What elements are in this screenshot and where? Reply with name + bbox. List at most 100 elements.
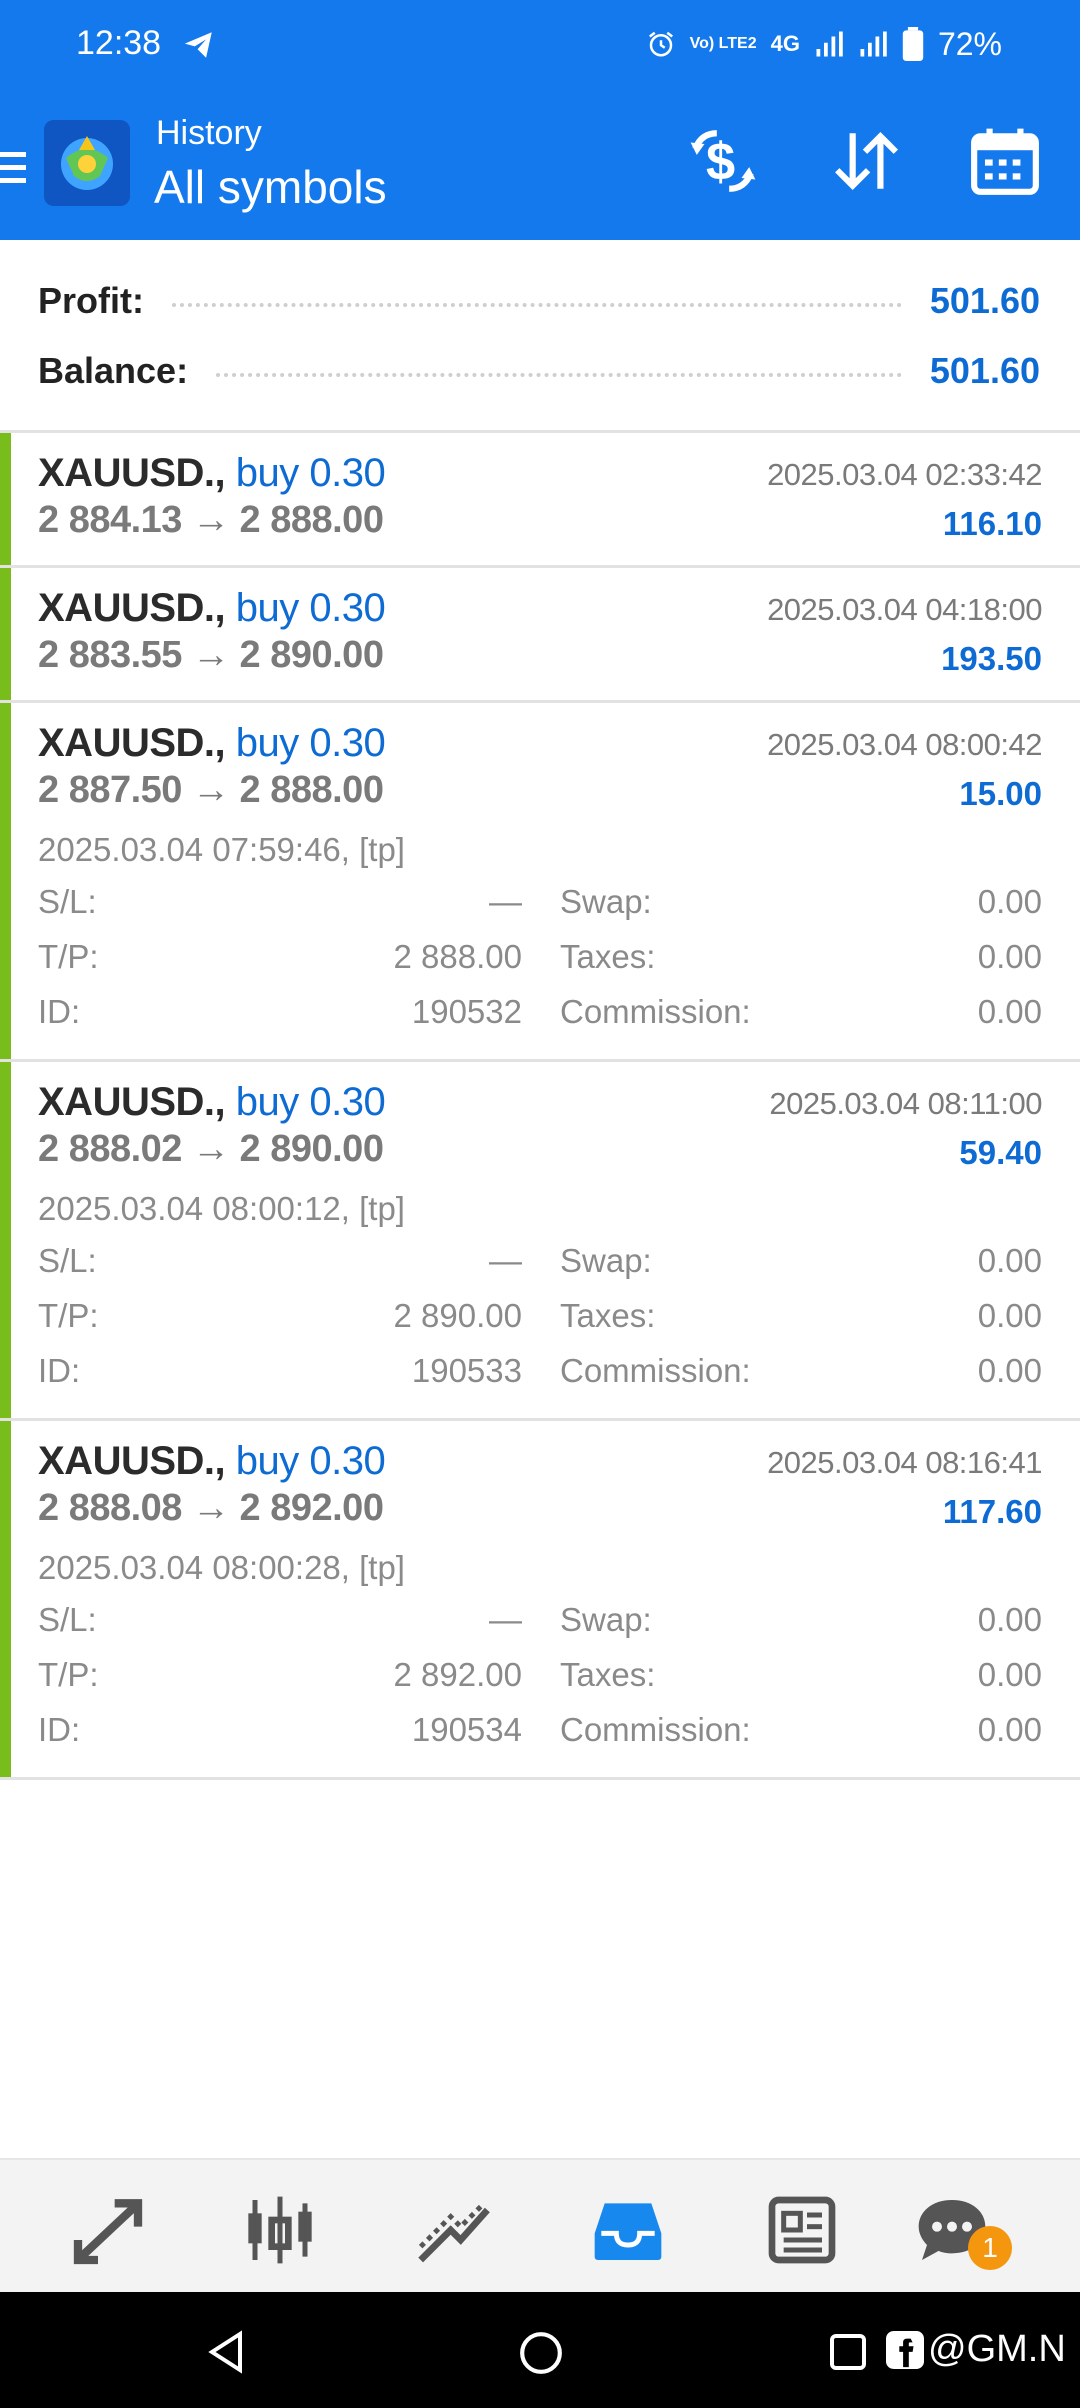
signal-icon — [860, 31, 887, 57]
svg-text:$: $ — [706, 134, 735, 192]
status-bar: 12:38 Vo) LTE2 4G 72% — [0, 0, 1080, 90]
deal-side: buy 0.30 — [235, 451, 386, 495]
news-icon[interactable] — [762, 2190, 842, 2270]
detail-row: ID: 190534 Commission: 0.00 — [38, 1711, 1042, 1761]
sl-label: S/L: — [38, 1242, 97, 1279]
taxes-value: 0.00 — [977, 1656, 1042, 1693]
deal-prices: 2 884.13 → 2 888.00 — [38, 499, 384, 541]
deal-item-expanded[interactable]: XAUUSD., buy 0.30 2 887.50 → 2 888.00 20… — [0, 703, 1080, 1062]
history-icon[interactable] — [588, 2190, 668, 2270]
system-navigation-bar: @GM.N — [0, 2292, 1080, 2408]
id-label: ID: — [38, 1711, 81, 1748]
deal-time: 2025.03.04 08:11:00 — [769, 1086, 1042, 1121]
deal-prices: 2 888.08 → 2 892.00 — [38, 1487, 384, 1529]
sl-label: S/L: — [38, 1601, 97, 1638]
status-time: 12:38 — [76, 24, 162, 62]
tp-value: 2 888.00 — [393, 938, 522, 975]
deal-item[interactable]: XAUUSD., buy 0.30 2 883.55 → 2 890.00 20… — [0, 568, 1080, 703]
deal-side: buy 0.30 — [235, 721, 386, 765]
profit-value: 501.60 — [929, 280, 1040, 321]
deal-open-info: 2025.03.04 08:00:12, [tp] — [38, 1190, 405, 1227]
deal-symbol: XAUUSD., buy 0.30 — [38, 721, 386, 765]
deal-prices: 2 883.55 → 2 890.00 — [38, 634, 384, 676]
dotted-leader — [216, 373, 902, 377]
taxes-label: Taxes: — [560, 938, 656, 975]
deal-open-info: 2025.03.04 07:59:46, [tp] — [38, 831, 405, 868]
quotes-icon[interactable] — [68, 2190, 148, 2270]
facebook-icon — [886, 2330, 924, 2369]
tp-label: T/P: — [38, 938, 99, 975]
deal-symbol: XAUUSD., buy 0.30 — [38, 1439, 386, 1483]
watermark-text: @GM.N — [928, 2328, 1066, 2370]
sort-icon[interactable] — [828, 124, 902, 198]
deal-symbol: XAUUSD., buy 0.30 — [38, 586, 386, 630]
tp-label: T/P: — [38, 1297, 99, 1334]
swap-label: Swap: — [560, 883, 652, 920]
balance-value: 501.60 — [929, 350, 1040, 391]
profit-row: Profit: 501.60 — [38, 271, 1040, 331]
id-label: ID: — [38, 1352, 81, 1389]
messages-badge: 1 — [968, 2226, 1012, 2270]
deal-symbol: XAUUSD., buy 0.30 — [38, 451, 386, 495]
commission-label: Commission: — [560, 993, 751, 1030]
watermark: @GM.N — [886, 2328, 1066, 2371]
taxes-value: 0.00 — [977, 1297, 1042, 1334]
chart-icon[interactable] — [240, 2190, 320, 2270]
commission-value: 0.00 — [977, 1352, 1042, 1389]
battery-percent: 72% — [937, 25, 1002, 62]
page-subtitle: History — [156, 114, 262, 152]
deal-symbol: XAUUSD., buy 0.30 — [38, 1080, 386, 1124]
buy-indicator-bar — [0, 568, 11, 700]
buy-indicator-bar — [0, 1062, 11, 1418]
deals-list: XAUUSD., buy 0.30 2 884.13 → 2 888.00 20… — [0, 433, 1080, 1780]
deal-prices: 2 887.50 → 2 888.00 — [38, 769, 384, 811]
tp-label: T/P: — [38, 1656, 99, 1693]
deal-profit: 15.00 — [959, 775, 1042, 812]
sl-value: — — [489, 1242, 522, 1279]
swap-label: Swap: — [560, 1601, 652, 1638]
detail-row: ID: 190533 Commission: 0.00 — [38, 1352, 1042, 1402]
deal-time: 2025.03.04 08:00:42 — [767, 727, 1042, 762]
detail-row: ID: 190532 Commission: 0.00 — [38, 993, 1042, 1043]
deal-side: buy 0.30 — [235, 1439, 386, 1483]
app-logo — [44, 120, 130, 206]
deal-side: buy 0.30 — [235, 586, 386, 630]
commission-label: Commission: — [560, 1711, 751, 1748]
commission-label: Commission: — [560, 1352, 751, 1389]
deal-time: 2025.03.04 02:33:42 — [767, 457, 1042, 492]
commission-value: 0.00 — [977, 993, 1042, 1030]
id-label: ID: — [38, 993, 81, 1030]
menu-icon[interactable] — [0, 148, 26, 188]
sl-value: — — [489, 1601, 522, 1638]
swap-value: 0.00 — [977, 883, 1042, 920]
deal-item-expanded[interactable]: XAUUSD., buy 0.30 2 888.08 → 2 892.00 20… — [0, 1421, 1080, 1780]
trade-icon[interactable] — [414, 2190, 494, 2270]
deal-profit: 59.40 — [959, 1134, 1042, 1171]
recents-icon[interactable] — [828, 2332, 868, 2372]
home-icon[interactable] — [518, 2330, 564, 2376]
deal-item-expanded[interactable]: XAUUSD., buy 0.30 2 888.02 → 2 890.00 20… — [0, 1062, 1080, 1421]
telegram-icon — [184, 32, 212, 58]
balance-row: Balance: 501.60 — [38, 341, 1040, 401]
deal-side: buy 0.30 — [235, 1080, 386, 1124]
dotted-leader — [171, 303, 902, 307]
page-title[interactable]: All symbols — [154, 160, 387, 214]
tp-value: 2 892.00 — [393, 1656, 522, 1693]
network-type: 4G — [770, 31, 800, 56]
detail-row: S/L: — Swap: 0.00 — [38, 1601, 1042, 1651]
status-icons: Vo) LTE2 4G 72% — [646, 22, 1002, 66]
top-bar: 12:38 Vo) LTE2 4G 72% History All symbol… — [0, 0, 1080, 240]
swap-label: Swap: — [560, 1242, 652, 1279]
taxes-label: Taxes: — [560, 1297, 656, 1334]
dollar-sync-icon[interactable]: $ — [686, 124, 760, 198]
calendar-icon[interactable] — [968, 124, 1042, 198]
deal-time: 2025.03.04 08:16:41 — [767, 1445, 1042, 1480]
battery-icon — [902, 27, 924, 61]
deal-profit: 193.50 — [941, 640, 1042, 677]
deal-open-info: 2025.03.04 08:00:28, [tp] — [38, 1549, 405, 1586]
taxes-value: 0.00 — [977, 938, 1042, 975]
summary-panel: Profit: 501.60 Balance: 501.60 — [0, 240, 1080, 433]
deal-item[interactable]: XAUUSD., buy 0.30 2 884.13 → 2 888.00 20… — [0, 433, 1080, 568]
signal-icon — [816, 31, 843, 57]
back-icon[interactable] — [206, 2330, 246, 2374]
